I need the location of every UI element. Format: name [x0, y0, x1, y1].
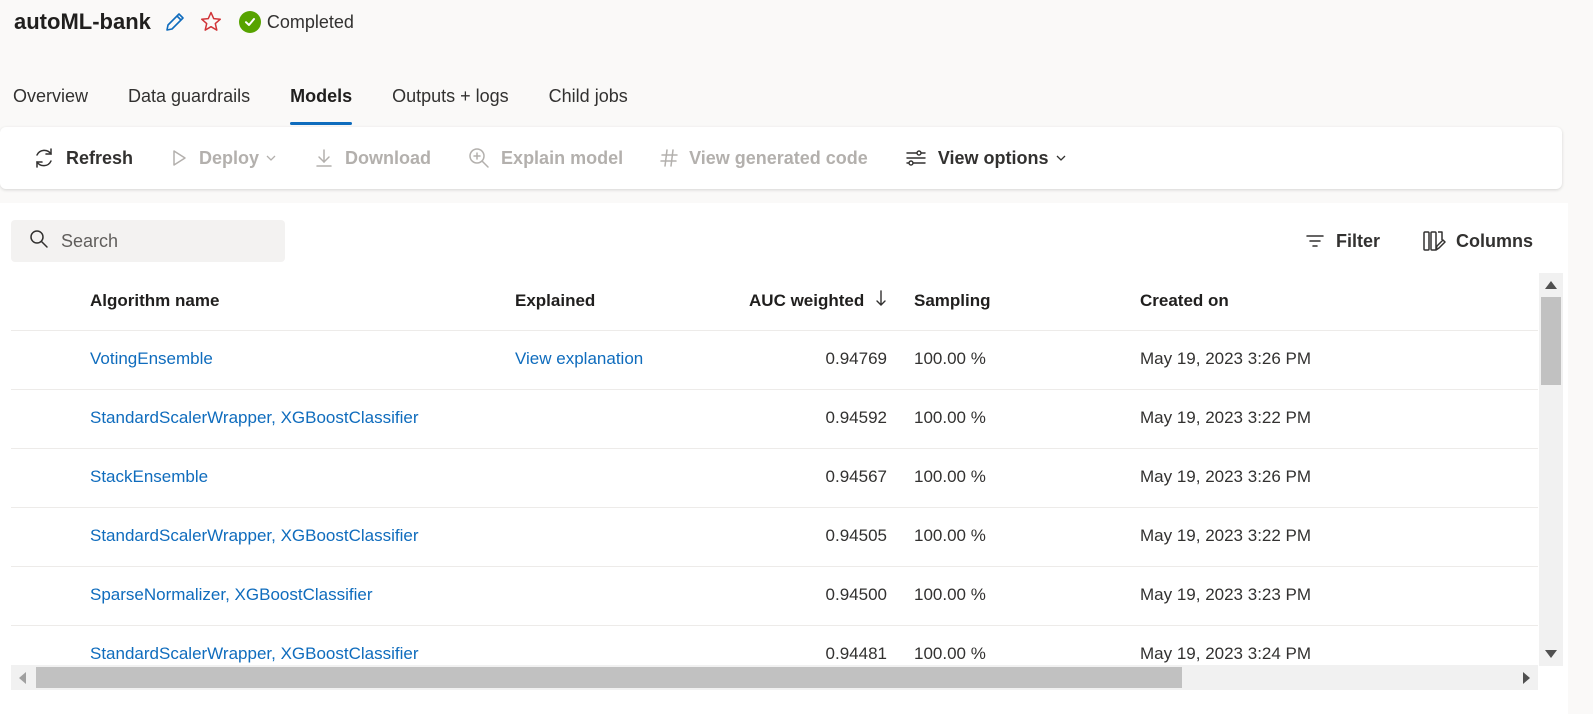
hashtag-icon — [659, 148, 679, 168]
sort-down-arrow-icon — [875, 274, 887, 330]
explain-model-label: Explain model — [501, 147, 624, 168]
chevron-down-icon — [1055, 152, 1067, 164]
sampling-value: 100.00 % — [914, 644, 986, 663]
status-text: Completed — [266, 11, 354, 32]
column-header-created-on[interactable]: Created on — [1140, 273, 1229, 331]
filter-button[interactable]: Filter — [1304, 230, 1380, 252]
auc-header-label: AUC weighted — [749, 291, 865, 310]
search-box[interactable] — [11, 220, 285, 262]
horizontal-scrollbar[interactable] — [11, 665, 1538, 690]
created-on-value: May 19, 2023 3:24 PM — [1140, 644, 1312, 663]
refresh-label: Refresh — [66, 147, 134, 168]
auc-value: 0.94769 — [825, 349, 887, 368]
play-icon — [169, 148, 189, 168]
column-header-explained[interactable]: Explained — [515, 273, 595, 331]
created-on-value: May 19, 2023 3:22 PM — [1140, 408, 1312, 427]
auc-value: 0.94500 — [825, 585, 887, 604]
tab-models[interactable]: Models — [290, 82, 353, 126]
refresh-button[interactable]: Refresh — [32, 138, 133, 178]
sampling-value: 100.00 % — [914, 349, 986, 368]
command-toolbar: Refresh Deploy Download Explain model Vi… — [0, 127, 1562, 189]
auc-value: 0.94505 — [825, 526, 887, 545]
table-row[interactable]: StackEnsemble 0.94567 100.00 % May 19, 2… — [11, 449, 1538, 508]
status-check-icon — [238, 11, 261, 33]
tab-data-guardrails[interactable]: Data guardrails — [128, 82, 250, 126]
scroll-right-arrow-icon[interactable] — [1523, 672, 1530, 684]
sampling-value: 100.00 % — [914, 408, 986, 427]
view-options-button[interactable]: View options — [904, 138, 1067, 178]
vertical-scroll-thumb[interactable] — [1541, 297, 1561, 385]
zoom-in-icon — [467, 146, 491, 170]
tab-child-jobs[interactable]: Child jobs — [549, 82, 628, 126]
sampling-value: 100.00 % — [914, 467, 986, 486]
options-sliders-icon — [904, 146, 928, 170]
download-icon — [313, 147, 335, 169]
vertical-scrollbar[interactable] — [1539, 273, 1563, 666]
deploy-button[interactable]: Deploy — [169, 138, 277, 178]
table-header: Algorithm name Explained AUC weighted Sa… — [11, 273, 1538, 331]
created-on-value: May 19, 2023 3:22 PM — [1140, 526, 1312, 545]
algorithm-link[interactable]: StackEnsemble — [90, 449, 208, 507]
tab-outputs-logs[interactable]: Outputs + logs — [392, 82, 509, 126]
table-row[interactable]: SparseNormalizer, XGBoostClassifier 0.94… — [11, 567, 1538, 626]
filter-label: Filter — [1335, 230, 1380, 251]
column-header-algorithm[interactable]: Algorithm name — [90, 273, 219, 331]
auc-value: 0.94592 — [825, 408, 887, 427]
table-row[interactable]: StandardScalerWrapper, XGBoostClassifier… — [11, 626, 1538, 666]
view-options-label: View options — [937, 147, 1049, 168]
sampling-value: 100.00 % — [914, 526, 986, 545]
table-row[interactable]: VotingEnsemble View explanation 0.94769 … — [11, 331, 1538, 390]
page-header: autoML-bank Completed — [14, 6, 354, 38]
favorite-star-icon[interactable] — [199, 10, 223, 34]
refresh-icon — [32, 146, 56, 170]
scroll-up-arrow-icon[interactable] — [1545, 281, 1557, 289]
deploy-label: Deploy — [199, 147, 260, 168]
column-header-auc[interactable]: AUC weighted — [711, 273, 887, 331]
tab-bar: Overview Data guardrails Models Outputs … — [13, 82, 668, 128]
scroll-down-arrow-icon[interactable] — [1545, 650, 1557, 658]
sampling-value: 100.00 % — [914, 585, 986, 604]
view-generated-code-label: View generated code — [689, 147, 868, 168]
created-on-value: May 19, 2023 3:26 PM — [1140, 349, 1312, 368]
chevron-down-icon — [265, 152, 277, 164]
table-row[interactable]: StandardScalerWrapper, XGBoostClassifier… — [11, 508, 1538, 567]
columns-edit-icon — [1422, 229, 1446, 253]
search-input[interactable] — [61, 230, 261, 252]
algorithm-link[interactable]: SparseNormalizer, XGBoostClassifier — [90, 567, 372, 625]
algorithm-link[interactable]: VotingEnsemble — [90, 331, 213, 389]
created-on-value: May 19, 2023 3:26 PM — [1140, 467, 1312, 486]
table-row[interactable]: StandardScalerWrapper, XGBoostClassifier… — [11, 390, 1538, 449]
auc-value: 0.94567 — [825, 467, 887, 486]
status-indicator: Completed — [238, 11, 354, 33]
page-title: autoML-bank — [14, 9, 151, 34]
columns-button[interactable]: Columns — [1422, 229, 1533, 253]
filter-icon — [1304, 230, 1326, 252]
view-explanation-link[interactable]: View explanation — [515, 331, 643, 389]
models-panel: Filter Columns Algorithm name Explained … — [0, 203, 1568, 714]
table-actions: Filter Columns — [1262, 220, 1533, 262]
download-button[interactable]: Download — [313, 138, 431, 178]
edit-pencil-icon[interactable] — [163, 10, 187, 34]
algorithm-link[interactable]: StandardScalerWrapper, XGBoostClassifier — [90, 626, 419, 666]
scroll-left-arrow-icon[interactable] — [19, 672, 26, 684]
download-label: Download — [345, 147, 432, 168]
algorithm-link[interactable]: StandardScalerWrapper, XGBoostClassifier — [90, 508, 419, 566]
models-table: Algorithm name Explained AUC weighted Sa… — [11, 273, 1538, 666]
algorithm-link[interactable]: StandardScalerWrapper, XGBoostClassifier — [90, 390, 419, 448]
horizontal-scroll-thumb[interactable] — [36, 667, 1182, 688]
tab-overview[interactable]: Overview — [13, 82, 88, 126]
column-header-sampling[interactable]: Sampling — [914, 273, 991, 331]
created-on-value: May 19, 2023 3:23 PM — [1140, 585, 1312, 604]
explain-model-button[interactable]: Explain model — [467, 138, 623, 178]
search-icon — [29, 229, 49, 254]
view-generated-code-button[interactable]: View generated code — [659, 138, 868, 178]
auc-value: 0.94481 — [825, 644, 887, 663]
columns-label: Columns — [1455, 230, 1533, 251]
